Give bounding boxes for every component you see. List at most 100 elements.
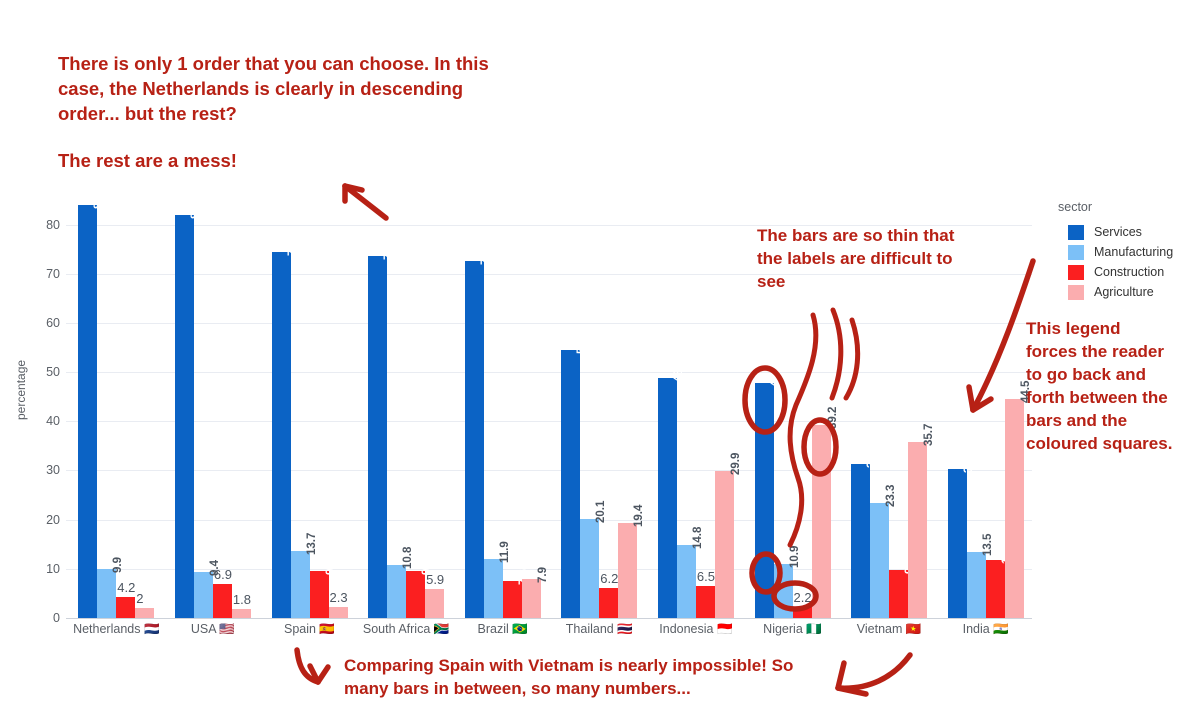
bar[interactable]: 73.6 <box>368 238 395 618</box>
x-axis-label: USA 🇺🇸 <box>190 622 235 636</box>
bar[interactable]: 19.4 <box>618 504 645 618</box>
bar-value-label: 54.4 <box>576 332 589 355</box>
y-axis-tick: 20 <box>46 512 60 527</box>
legend-item[interactable]: Agriculture <box>1068 282 1173 302</box>
x-axis-label: Spain 🇪🇸 <box>283 622 336 636</box>
y-axis: 0 10 20 30 40 50 60 70 80 <box>16 0 60 718</box>
bar-value-label: 7.9 <box>536 567 549 584</box>
bar-group: 81.9 9.4 6.9 1.8 USA 🇺🇸 <box>174 197 251 636</box>
bar[interactable]: 9.9 <box>97 557 124 618</box>
bar[interactable]: 44.5 <box>1004 381 1032 618</box>
y-axis-tick: 30 <box>46 463 60 478</box>
bar[interactable]: 29.9 <box>714 453 742 618</box>
bar-group: 48.9 14.8 6.5 29.9 Indonesia 🇮🇩 <box>657 200 742 636</box>
bar[interactable]: 13.5 <box>966 533 994 618</box>
bar[interactable]: 83.9 <box>78 187 105 618</box>
bar[interactable]: 31.3 <box>851 446 878 618</box>
bar[interactable]: 81.9 <box>174 197 202 618</box>
y-axis-tick: 50 <box>46 365 60 380</box>
bar[interactable]: 9.6 <box>406 559 433 618</box>
bar[interactable]: 74.4 <box>271 234 299 618</box>
bar[interactable] <box>231 609 251 618</box>
legend-item[interactable]: Manufacturing <box>1068 242 1173 262</box>
bar[interactable]: 9.4 <box>193 560 221 618</box>
annotation-thin-bars: The bars are so thin that the labels are… <box>757 226 955 291</box>
legend: sector Services Manufacturing Construction… <box>1058 200 1173 302</box>
bar[interactable] <box>135 608 155 618</box>
bar-value-label: 31.3 <box>866 445 879 469</box>
bar-value-label: 74.4 <box>286 233 299 257</box>
y-axis-tick: 10 <box>46 561 60 576</box>
bar[interactable]: 23.3 <box>870 485 897 618</box>
bar-value-label: 10.8 <box>402 546 415 569</box>
bar[interactable]: 47.7 <box>754 365 782 618</box>
x-axis-label: Nigeria 🇳🇬 <box>763 622 822 636</box>
bar[interactable]: 10.9 <box>773 546 801 618</box>
bar-value-label: 39.2 <box>826 406 839 430</box>
bar-value-label: 1.8 <box>232 592 251 608</box>
bar-value-label: 23.3 <box>885 485 898 508</box>
bar[interactable] <box>212 584 232 618</box>
bar-value-label: 6.5 <box>696 569 715 585</box>
bar[interactable]: 72.7 <box>464 242 492 618</box>
bar[interactable]: 54.4 <box>561 332 588 618</box>
x-axis-label: Netherlands 🇳🇱 <box>73 622 160 636</box>
bar[interactable]: 10.8 <box>387 547 414 618</box>
bar-group: 72.7 11.9 7.6 7.9 Brazil 🇧🇷 <box>464 200 549 636</box>
bar-value-label: 13.7 <box>305 532 318 555</box>
bar[interactable]: 11.8 <box>985 542 1013 618</box>
bar-group: 54.4 20.1 6.2 19.4 Thailand 🇹🇭 <box>561 200 645 636</box>
legend-swatch <box>1068 264 1084 280</box>
legend-item[interactable]: Construction <box>1068 262 1173 282</box>
annotation-mess-note: The rest are a mess! <box>58 150 237 171</box>
x-axis-label: Vietnam 🇻🇳 <box>856 622 922 636</box>
legend-swatch <box>1068 224 1084 240</box>
y-axis-tick: 60 <box>46 315 60 330</box>
bar[interactable]: 7.6 <box>502 569 530 618</box>
bar[interactable]: 7.9 <box>521 567 549 618</box>
bar[interactable] <box>328 606 348 618</box>
x-axis-label: India 🇮🇳 <box>962 622 1009 636</box>
bar[interactable]: 20.1 <box>580 501 607 618</box>
bar[interactable]: 11.9 <box>483 542 511 618</box>
bar[interactable]: 9.7 <box>889 558 916 618</box>
bar-value-label: 20.1 <box>595 500 608 524</box>
bar[interactable]: 39.2 <box>811 407 839 618</box>
bar[interactable] <box>599 587 619 618</box>
bar[interactable]: 30.3 <box>947 451 975 618</box>
legend-item[interactable]: Services <box>1068 222 1173 242</box>
bar[interactable]: 14.8 <box>676 527 704 618</box>
bar-value-label: 35.7 <box>923 424 936 447</box>
y-axis-tick: 70 <box>46 266 60 281</box>
bar[interactable]: 48.9 <box>657 359 685 618</box>
bar-value-label: 2.3 <box>329 589 348 605</box>
bar-value-label: 10.9 <box>788 546 801 569</box>
bar-value-label: 81.9 <box>189 196 202 220</box>
bar-group: 74.4 13.7 9.6 2.3 Spain 🇪🇸 <box>271 200 348 636</box>
bar-value-label: 6.9 <box>213 567 232 583</box>
legend-title: sector <box>1058 200 1093 214</box>
y-axis-tick: 40 <box>46 414 60 429</box>
x-axis-label: Thailand 🇹🇭 <box>565 622 633 636</box>
legend-item-label: Services <box>1094 225 1142 239</box>
bar-value-label: 73.6 <box>383 237 396 261</box>
bar[interactable] <box>695 586 715 618</box>
bar[interactable]: 35.7 <box>908 424 935 618</box>
gridline <box>66 618 1032 619</box>
bar[interactable] <box>425 589 445 618</box>
annotation-legend-note: This legend forces the reader to go back… <box>1026 319 1173 453</box>
bar[interactable] <box>792 607 812 618</box>
y-axis-tick: 0 <box>53 611 60 625</box>
x-axis-label: Indonesia 🇮🇩 <box>659 622 733 636</box>
legend-swatch <box>1068 244 1084 260</box>
bar-group: 30.3 13.511.844.5 India 🇮🇳 <box>947 200 1032 636</box>
bar[interactable] <box>116 597 136 618</box>
legend-item-label: Manufacturing <box>1094 245 1174 259</box>
legend-item-label: Construction <box>1094 265 1165 279</box>
bar-value-label: 47.7 <box>769 365 782 388</box>
bar[interactable]: 9.6 <box>309 559 337 618</box>
bar[interactable]: 13.7 <box>290 532 318 618</box>
y-axis-tick: 80 <box>46 217 60 232</box>
bar-value-label: 30.3 <box>962 450 975 473</box>
legend-item-label: Agriculture <box>1094 285 1154 299</box>
